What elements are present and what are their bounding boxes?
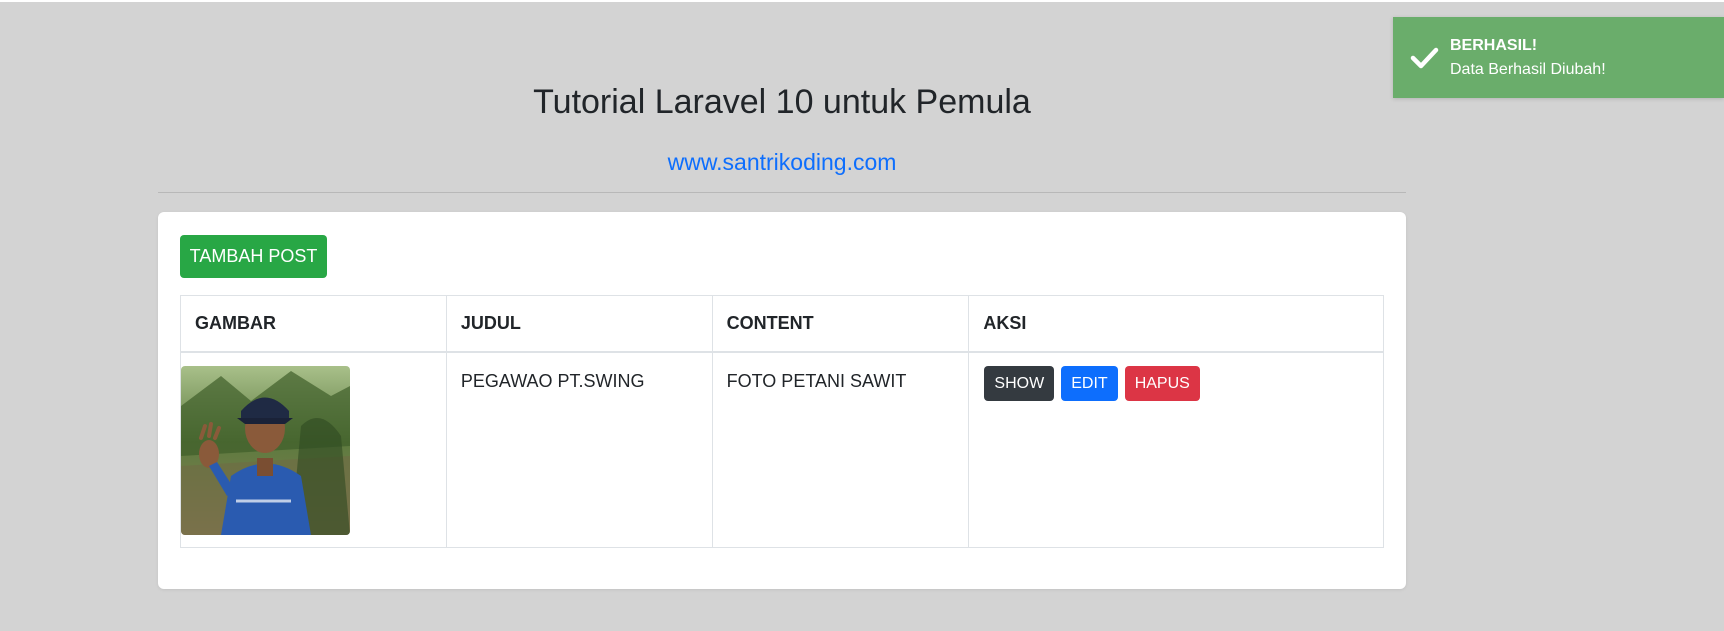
post-title-cell: PEGAWAO PT.SWING xyxy=(445,351,713,548)
delete-button[interactable]: HAPUS xyxy=(1124,365,1200,401)
success-toast[interactable]: BERHASIL! Data Berhasil Diubah! xyxy=(1393,17,1724,98)
top-border xyxy=(0,0,1724,2)
check-icon xyxy=(1409,43,1439,73)
post-thumbnail xyxy=(181,365,350,535)
column-header-title: JUDUL xyxy=(445,295,713,353)
table-header-row: GAMBAR JUDUL CONTENT AKSI xyxy=(180,295,1384,353)
column-header-content: CONTENT xyxy=(711,295,970,353)
posts-card: TAMBAH POST GAMBAR JUDUL CONTENT AKSI PE… xyxy=(158,212,1406,589)
actions-cell: SHOW EDIT HAPUS xyxy=(968,351,1384,548)
column-header-image: GAMBAR xyxy=(180,295,447,353)
page-title: Tutorial Laravel 10 untuk Pemula xyxy=(533,83,1031,121)
site-link[interactable]: www.santrikoding.com xyxy=(158,147,1406,177)
header-divider xyxy=(158,192,1406,193)
toast-message: Data Berhasil Diubah! xyxy=(1450,61,1606,78)
post-content-cell: FOTO PETANI SAWIT xyxy=(711,351,970,548)
toast-title: BERHASIL! xyxy=(1450,37,1538,54)
posts-table: GAMBAR JUDUL CONTENT AKSI PEGAWAO PT.SWI… xyxy=(180,295,1384,548)
show-button[interactable]: SHOW xyxy=(984,365,1055,401)
add-post-button[interactable]: TAMBAH POST xyxy=(180,235,327,278)
table-row: PEGAWAO PT.SWING FOTO PETANI SAWIT SHOW … xyxy=(180,351,1384,548)
edit-button[interactable]: EDIT xyxy=(1061,365,1118,401)
column-header-actions: AKSI xyxy=(968,295,1384,353)
image-cell xyxy=(180,351,447,548)
